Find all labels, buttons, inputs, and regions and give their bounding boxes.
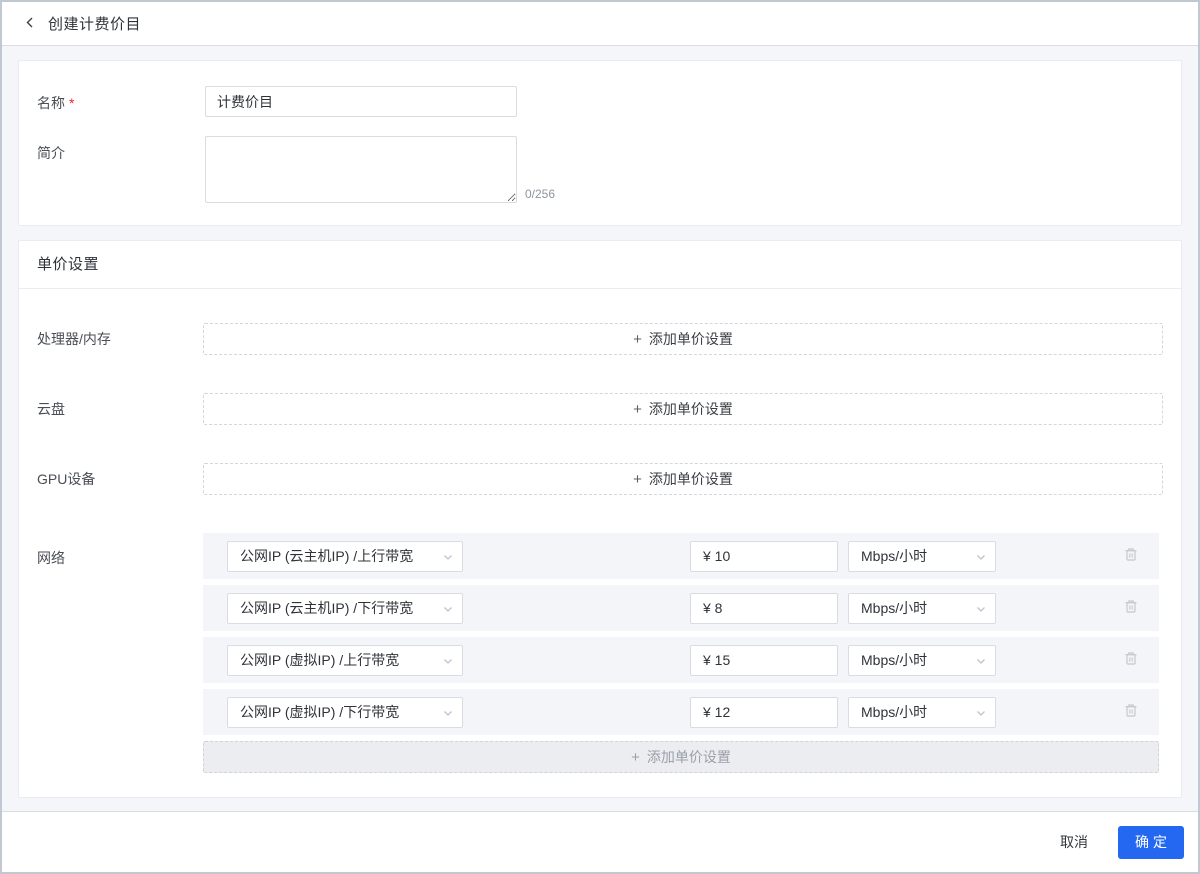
network-entry-row: 公网IP (虚拟IP) /下行带宽 Mbps/小时 (203, 689, 1159, 735)
network-entry-row: 公网IP (虚拟IP) /上行带宽 Mbps/小时 (203, 637, 1159, 683)
bandwidth-type-value: 公网IP (云主机IP) /下行带宽 (240, 600, 414, 616)
bandwidth-type-select[interactable]: 公网IP (虚拟IP) /上行带宽 (227, 644, 463, 676)
network-label: 网络 (37, 550, 65, 566)
price-input[interactable] (690, 644, 838, 676)
trash-icon (1123, 546, 1139, 566)
bandwidth-type-value: 公网IP (虚拟IP) /上行带宽 (240, 652, 400, 668)
price-input[interactable] (690, 696, 838, 728)
intro-textarea-wrap: 0/256 (205, 136, 555, 203)
delete-row-button[interactable] (1121, 648, 1141, 672)
plus-icon: + (633, 400, 642, 418)
add-price-label: 添加单价设置 (646, 749, 731, 765)
section-title: 单价设置 (19, 241, 1181, 289)
basic-info-card: 名称* 简介 0/256 (18, 60, 1182, 226)
unit-select[interactable]: Mbps/小时 (848, 540, 996, 572)
network-entry-row: 公网IP (云主机IP) /下行带宽 Mbps/小时 (203, 585, 1159, 631)
name-input[interactable] (205, 86, 517, 117)
delete-row-button[interactable] (1121, 544, 1141, 568)
gpu-label: GPU设备 (37, 471, 96, 487)
add-price-button-network[interactable]: + 添加单价设置 (203, 741, 1159, 773)
chevron-down-icon (976, 704, 986, 720)
bandwidth-type-select[interactable]: 公网IP (云主机IP) /下行带宽 (227, 592, 463, 624)
price-input[interactable] (690, 592, 838, 624)
chevron-down-icon (443, 600, 453, 616)
chevron-down-icon (443, 652, 453, 668)
footer-action-bar: 取消 确定 (2, 811, 1198, 872)
intro-textarea[interactable] (205, 136, 517, 203)
add-price-button-cpu-mem[interactable]: + 添加单价设置 (203, 323, 1163, 355)
add-price-label: 添加单价设置 (648, 401, 733, 417)
unit-value: Mbps/小时 (861, 652, 928, 668)
chevron-down-icon (976, 600, 986, 616)
chevron-down-icon (443, 704, 453, 720)
unit-price-card: 单价设置 处理器/内存 + 添加单价设置 云盘 + 添加单价设置 GPU设备 +… (18, 240, 1182, 798)
add-price-button-cloud-disk[interactable]: + 添加单价设置 (203, 393, 1163, 425)
char-counter: 0/256 (525, 187, 556, 201)
cancel-button[interactable]: 取消 (1052, 826, 1096, 858)
chevron-down-icon (976, 652, 986, 668)
page-header: 创建计费价目 (2, 2, 1198, 46)
add-price-label: 添加单价设置 (648, 471, 733, 487)
bandwidth-type-select[interactable]: 公网IP (虚拟IP) /下行带宽 (227, 696, 463, 728)
network-section: 网络 公网IP (云主机IP) /上行带宽 Mbps/小时 (37, 533, 1163, 773)
unit-value: Mbps/小时 (861, 600, 928, 616)
back-button[interactable] (22, 14, 38, 34)
delete-row-button[interactable] (1121, 596, 1141, 620)
unit-select[interactable]: Mbps/小时 (848, 644, 996, 676)
intro-label: 简介 (37, 145, 65, 161)
name-label: 名称 * (37, 95, 75, 111)
bandwidth-type-value: 公网IP (云主机IP) /上行带宽 (240, 548, 414, 564)
pricing-body: 处理器/内存 + 添加单价设置 云盘 + 添加单价设置 GPU设备 + 添加单价… (19, 289, 1181, 773)
unit-value: Mbps/小时 (861, 704, 928, 720)
app-window: 创建计费价目 名称* 简介 0/256 单价设置 (0, 0, 1200, 874)
page-title: 创建计费价目 (48, 16, 142, 33)
plus-icon: + (631, 748, 640, 766)
trash-icon (1123, 702, 1139, 722)
delete-row-button[interactable] (1121, 700, 1141, 724)
plus-icon: + (633, 470, 642, 488)
cpu-mem-row: 处理器/内存 + 添加单价设置 (37, 323, 1163, 355)
cloud-disk-label: 云盘 (37, 401, 65, 417)
trash-icon (1123, 598, 1139, 618)
bandwidth-type-value: 公网IP (虚拟IP) /下行带宽 (240, 704, 400, 720)
trash-icon (1123, 650, 1139, 670)
unit-value: Mbps/小时 (861, 548, 928, 564)
intro-row: 简介 0/256 (37, 136, 1163, 203)
chevron-down-icon (443, 548, 453, 564)
add-price-button-gpu[interactable]: + 添加单价设置 (203, 463, 1163, 495)
content-area: 名称* 简介 0/256 单价设置 处理器/内存 + (2, 46, 1198, 811)
chevron-left-icon (24, 16, 36, 32)
network-entries: 公网IP (云主机IP) /上行带宽 Mbps/小时 (203, 533, 1159, 773)
network-entry-row: 公网IP (云主机IP) /上行带宽 Mbps/小时 (203, 533, 1159, 579)
confirm-button[interactable]: 确定 (1118, 825, 1184, 859)
cloud-disk-row: 云盘 + 添加单价设置 (37, 393, 1163, 425)
unit-select[interactable]: Mbps/小时 (848, 696, 996, 728)
gpu-row: GPU设备 + 添加单价设置 (37, 463, 1163, 495)
plus-icon: + (633, 330, 642, 348)
cpu-mem-label: 处理器/内存 (37, 331, 111, 347)
bandwidth-type-select[interactable]: 公网IP (云主机IP) /上行带宽 (227, 540, 463, 572)
unit-select[interactable]: Mbps/小时 (848, 592, 996, 624)
name-row: 名称 * (37, 86, 1163, 117)
price-input[interactable] (690, 540, 838, 572)
chevron-down-icon (976, 548, 986, 564)
required-asterisk: * (69, 95, 75, 111)
add-price-label: 添加单价设置 (648, 331, 733, 347)
